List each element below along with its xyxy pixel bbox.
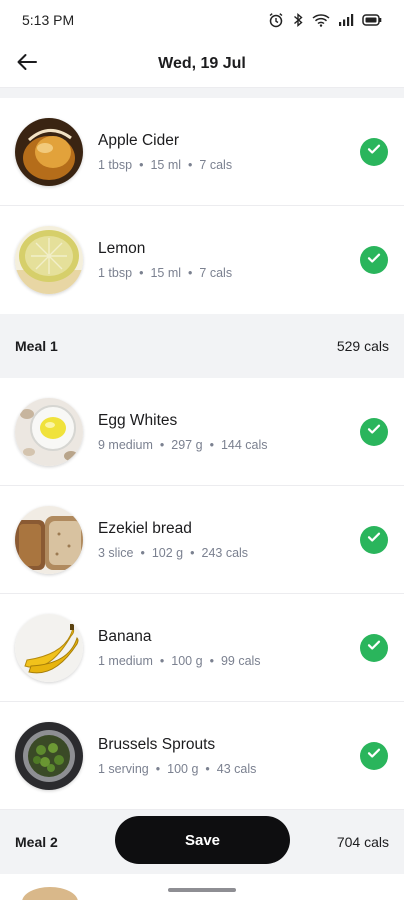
food-qty: 1 tbsp (98, 266, 133, 280)
food-meta: 9 medium • 297 g • 144 cals (98, 437, 268, 452)
food-name: Egg Whites (98, 411, 178, 429)
wifi-icon (312, 13, 330, 27)
food-item-brussels-sprouts[interactable]: Brussels Sprouts 1 serving • 100 g • 43 ca… (0, 702, 404, 810)
back-button[interactable] (12, 49, 42, 79)
food-item-lemon[interactable]: Lemon 1 tbsp • 15 ml • 7 cals (0, 206, 404, 314)
food-info: Banana 1 medium • 100 g • 99 cals (98, 628, 360, 668)
food-qty: 1 serving (98, 761, 149, 776)
section-spacer (0, 88, 404, 98)
next-food-image (22, 887, 78, 900)
food-cals: 7 cals (199, 157, 233, 172)
apple-cider-image (15, 117, 83, 186)
check-button[interactable] (360, 633, 388, 662)
food-name: Ezekiel bread (98, 519, 192, 537)
food-amount: 297 g (171, 437, 203, 452)
food-amount: 100 g (171, 653, 203, 668)
checkmark-icon (366, 529, 382, 550)
food-name: Apple Cider (98, 131, 179, 149)
food-item-ezekiel-bread[interactable]: Ezekiel bread 3 slice • 102 g • 243 cals (0, 486, 404, 594)
food-cals: 43 cals (216, 761, 257, 776)
signal-icon (338, 13, 354, 27)
lemon-image (15, 226, 83, 294)
checkmark-icon (366, 745, 382, 766)
meal-name: Meal 1 (15, 338, 58, 354)
food-info: Egg Whites 9 medium • 297 g • 144 cals (98, 412, 360, 452)
battery-icon (362, 13, 382, 27)
check-button[interactable] (360, 137, 388, 166)
page-title: Wed, 19 Jul (158, 54, 246, 72)
checkmark-icon (366, 141, 382, 162)
food-meta: 1 tbsp • 15 ml • 7 cals (98, 266, 233, 280)
food-amount: 102 g (151, 545, 184, 560)
checkmark-icon (366, 421, 382, 442)
food-cals: 144 cals (220, 437, 268, 452)
status-bar: 5:13 PM (0, 0, 404, 40)
save-button[interactable]: Save (115, 816, 290, 864)
food-cals: 243 cals (201, 545, 249, 560)
food-amount: 100 g (167, 761, 199, 776)
food-item-egg-whites[interactable]: Egg Whites 9 medium • 297 g • 144 cals (0, 378, 404, 486)
food-item-apple-cider[interactable]: Apple Cider 1 tbsp • 15 ml • 7 cals (0, 98, 404, 206)
arrow-left-icon (15, 50, 39, 79)
status-time: 5:13 PM (22, 12, 75, 28)
food-amount: 15 ml (150, 266, 182, 280)
food-amount: 15 ml (150, 157, 182, 172)
alarm-icon (268, 12, 284, 28)
meal-name: Meal 2 (15, 834, 58, 850)
food-name: Lemon (98, 240, 146, 257)
food-qty: 9 medium (98, 437, 153, 452)
food-meta: 1 serving • 100 g • 43 cals (98, 761, 257, 776)
check-button[interactable] (360, 525, 388, 554)
food-meta: 1 tbsp • 15 ml • 7 cals (98, 157, 233, 172)
food-name: Brussels Sprouts (98, 735, 216, 753)
ezekiel-bread-image (15, 505, 83, 574)
food-item-banana[interactable]: Banana 1 medium • 100 g • 99 cals (0, 594, 404, 702)
checkmark-icon (366, 637, 382, 658)
brussels-sprouts-image (15, 721, 83, 790)
checkmark-icon (366, 250, 382, 271)
check-button[interactable] (360, 417, 388, 446)
app-header: Wed, 19 Jul (0, 40, 404, 88)
food-meta: 3 slice • 102 g • 243 cals (98, 545, 249, 560)
food-cals: 7 cals (199, 266, 233, 280)
food-name: Banana (98, 627, 152, 645)
food-info: Ezekiel bread 3 slice • 102 g • 243 cals (98, 520, 360, 560)
check-button[interactable] (360, 246, 388, 274)
meal-cals: 704 cals (336, 834, 389, 850)
food-info: Apple Cider 1 tbsp • 15 ml • 7 cals (98, 132, 360, 172)
meal-1-header[interactable]: Meal 1 529 cals (0, 314, 404, 378)
bluetooth-icon (292, 12, 304, 28)
egg-whites-image (15, 397, 83, 466)
meal-cals: 529 cals (336, 338, 389, 354)
home-indicator[interactable] (168, 888, 236, 892)
food-qty: 1 tbsp (98, 157, 133, 172)
food-qty: 1 medium (98, 653, 153, 668)
food-cals: 99 cals (220, 653, 261, 668)
banana-image (15, 613, 83, 682)
status-icons (268, 12, 382, 28)
food-info: Lemon 1 tbsp • 15 ml • 7 cals (98, 240, 360, 280)
food-info: Brussels Sprouts 1 serving • 100 g • 43 ca… (98, 736, 360, 776)
food-meta: 1 medium • 100 g • 99 cals (98, 653, 261, 668)
check-button[interactable] (360, 741, 388, 770)
food-qty: 3 slice (98, 545, 134, 560)
